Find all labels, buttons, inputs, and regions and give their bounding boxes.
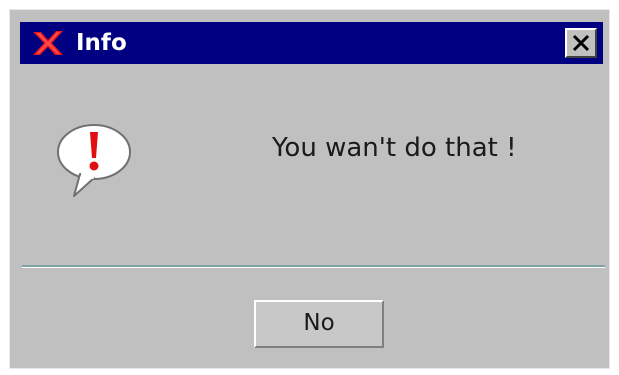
title-bar[interactable]: Info	[20, 22, 603, 64]
no-button[interactable]: No	[254, 300, 384, 348]
message-text: You wan't do that !	[272, 133, 517, 163]
separator	[22, 265, 605, 268]
close-icon	[572, 34, 590, 52]
exclamation-speech-bubble-icon	[50, 120, 142, 200]
window-title: Info	[76, 30, 127, 56]
info-dialog: Info You wan't do that ! No	[10, 10, 609, 368]
close-button[interactable]	[565, 28, 597, 58]
red-x-icon	[30, 28, 66, 58]
